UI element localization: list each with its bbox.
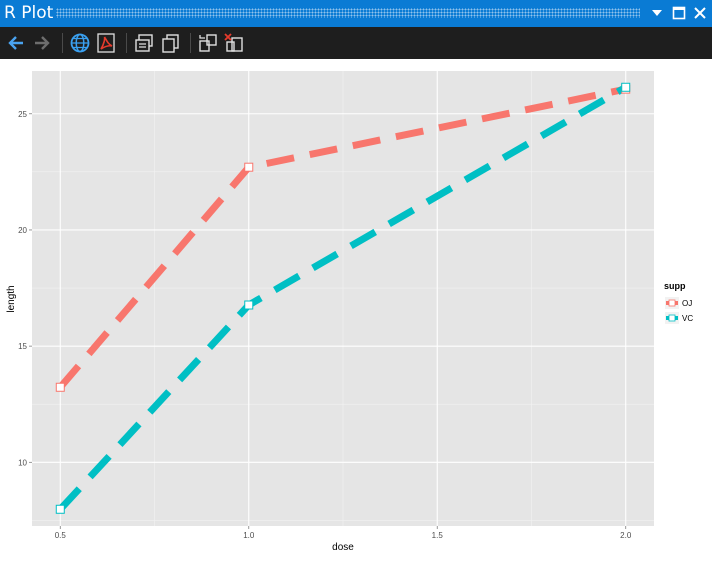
maximize-icon[interactable]	[670, 4, 688, 22]
clear-icon[interactable]	[222, 31, 246, 55]
x-tick-label: 0.5	[55, 531, 67, 540]
y-tick-label: 10	[18, 458, 27, 467]
legend-label-vc: VC	[682, 314, 693, 323]
plot-toolbar	[0, 27, 712, 59]
legend-keys: OJ VC	[665, 297, 693, 324]
x-tick-label: 1.0	[243, 531, 255, 540]
y-tick-labels: 10 15 20 25	[18, 110, 32, 467]
toolbar-separator	[126, 33, 127, 53]
x-axis-label: dose	[332, 542, 354, 553]
export-icon[interactable]	[196, 31, 220, 55]
forward-arrow-icon[interactable]	[30, 31, 54, 55]
plot-area: 10 15 20 25 0.5 1.0 1.5 2.0 dose length supp O…	[0, 59, 712, 567]
data-point-oj	[55, 382, 65, 392]
y-axis-label: length	[6, 285, 17, 312]
legend: supp OJ VC	[664, 281, 693, 324]
copy-window-icon[interactable]	[132, 31, 156, 55]
legend-title: supp	[664, 281, 686, 291]
legend-key-point	[668, 299, 676, 307]
y-tick-label: 25	[18, 110, 27, 119]
toolbar-separator	[190, 33, 191, 53]
data-point-vc	[55, 504, 65, 514]
y-tick-label: 20	[18, 226, 27, 235]
close-icon[interactable]	[691, 4, 709, 22]
legend-label-oj: OJ	[682, 299, 692, 308]
data-point-vc	[244, 300, 254, 310]
copy-icon[interactable]	[158, 31, 182, 55]
y-tick-label: 15	[18, 342, 27, 351]
data-point-oj	[244, 162, 254, 172]
dropdown-icon[interactable]	[648, 4, 666, 22]
back-arrow-icon[interactable]	[4, 31, 28, 55]
ggplot-chart: 10 15 20 25 0.5 1.0 1.5 2.0 dose length supp O…	[6, 71, 693, 553]
x-tick-labels: 0.5 1.0 1.5 2.0	[55, 526, 632, 540]
legend-key-point	[668, 314, 676, 322]
globe-icon[interactable]	[68, 31, 92, 55]
x-tick-label: 2.0	[620, 531, 632, 540]
pdf-icon[interactable]	[94, 31, 118, 55]
data-point-vc	[621, 82, 631, 92]
titlebar-grip[interactable]	[56, 8, 640, 18]
toolbar-separator	[62, 33, 63, 53]
window-title: R Plot	[4, 3, 54, 23]
window-titlebar: R Plot	[0, 0, 712, 27]
x-tick-label: 1.5	[432, 531, 444, 540]
